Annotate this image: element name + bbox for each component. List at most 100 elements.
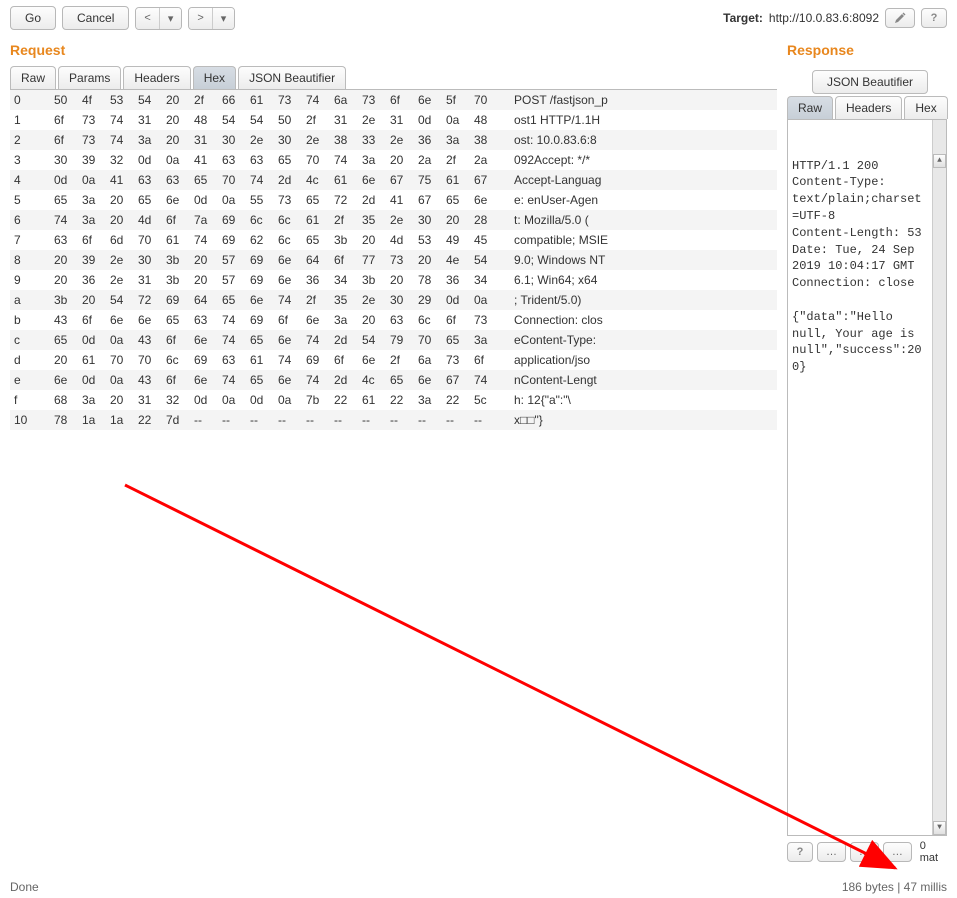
hex-byte[interactable]: 6e bbox=[274, 330, 302, 350]
hex-byte[interactable]: 74 bbox=[302, 90, 330, 110]
hex-view[interactable]: 0504f5354202f666173746a736f6e5f70POST /f… bbox=[10, 90, 777, 864]
hex-byte[interactable]: 65 bbox=[50, 330, 78, 350]
hex-byte[interactable]: 70 bbox=[134, 230, 162, 250]
hex-byte[interactable]: 69 bbox=[162, 290, 190, 310]
tab-resp-hex[interactable]: Hex bbox=[904, 96, 947, 119]
hex-byte[interactable]: 2f bbox=[190, 90, 218, 110]
hex-byte[interactable]: 36 bbox=[302, 270, 330, 290]
hex-byte[interactable]: 6f bbox=[330, 350, 358, 370]
hex-byte[interactable]: 6e bbox=[246, 290, 274, 310]
hex-byte[interactable]: 70 bbox=[302, 150, 330, 170]
hex-byte[interactable]: 54 bbox=[246, 110, 274, 130]
hex-byte[interactable]: 5f bbox=[442, 90, 470, 110]
hex-byte[interactable]: 20 bbox=[162, 90, 190, 110]
hex-byte[interactable]: 74 bbox=[246, 170, 274, 190]
hex-byte[interactable]: 34 bbox=[330, 270, 358, 290]
hex-byte[interactable]: 73 bbox=[78, 110, 106, 130]
hex-byte[interactable]: 65 bbox=[442, 330, 470, 350]
hex-byte[interactable]: 74 bbox=[330, 150, 358, 170]
hex-byte[interactable]: 69 bbox=[246, 270, 274, 290]
hex-byte[interactable]: 3a bbox=[78, 190, 106, 210]
action-button-2[interactable]: … bbox=[850, 842, 879, 862]
hex-byte[interactable]: -- bbox=[414, 410, 442, 430]
hex-byte[interactable]: -- bbox=[470, 410, 498, 430]
hex-byte[interactable]: 68 bbox=[50, 390, 78, 410]
hex-byte[interactable]: 61 bbox=[330, 170, 358, 190]
hex-byte[interactable]: 6e bbox=[274, 250, 302, 270]
hex-byte[interactable]: 61 bbox=[442, 170, 470, 190]
hex-byte[interactable]: 6f bbox=[442, 310, 470, 330]
hex-byte[interactable]: 48 bbox=[470, 110, 498, 130]
help-button-footer[interactable]: ? bbox=[787, 842, 813, 862]
hex-row[interactable]: d206170706c69636174696f6e2f6a736f applic… bbox=[10, 350, 777, 370]
hex-byte[interactable]: 6f bbox=[50, 130, 78, 150]
hex-byte[interactable]: 3a bbox=[470, 330, 498, 350]
hex-byte[interactable]: 74 bbox=[470, 370, 498, 390]
hex-byte[interactable]: -- bbox=[190, 410, 218, 430]
hex-byte[interactable]: 73 bbox=[78, 130, 106, 150]
hex-byte[interactable]: 34 bbox=[470, 270, 498, 290]
hex-byte[interactable]: -- bbox=[386, 410, 414, 430]
hex-row[interactable]: f683a2031320d0a0d0a7b2261223a225ch: 12{"… bbox=[10, 390, 777, 410]
hex-byte[interactable]: 50 bbox=[274, 110, 302, 130]
hex-byte[interactable]: 73 bbox=[470, 310, 498, 330]
hex-byte[interactable]: 45 bbox=[470, 230, 498, 250]
hex-row[interactable]: 5653a20656e0d0a557365722d4167656ee: enUs… bbox=[10, 190, 777, 210]
hex-byte[interactable]: 30 bbox=[414, 210, 442, 230]
hex-byte[interactable]: 63 bbox=[190, 310, 218, 330]
hex-byte[interactable]: 20 bbox=[358, 310, 386, 330]
hex-byte[interactable]: 61 bbox=[358, 390, 386, 410]
hex-byte[interactable]: 31 bbox=[134, 110, 162, 130]
hex-byte[interactable]: -- bbox=[442, 410, 470, 430]
hex-byte[interactable]: 74 bbox=[218, 330, 246, 350]
edit-target-button[interactable] bbox=[885, 8, 915, 28]
hex-byte[interactable]: 0d bbox=[414, 110, 442, 130]
hex-byte[interactable]: 0d bbox=[190, 190, 218, 210]
hex-byte[interactable]: 3b bbox=[162, 250, 190, 270]
hex-byte[interactable]: 1a bbox=[78, 410, 106, 430]
help-button[interactable]: ? bbox=[921, 8, 947, 28]
hex-row[interactable]: 0504f5354202f666173746a736f6e5f70POST /f… bbox=[10, 90, 777, 110]
hex-row[interactable]: a3b2054726964656e742f352e30290d0a; Tride… bbox=[10, 290, 777, 310]
hex-row[interactable]: 26f73743a2031302e302e38332e363a38ost: 10… bbox=[10, 130, 777, 150]
hex-byte[interactable]: 66 bbox=[218, 90, 246, 110]
scroll-up-icon[interactable]: ▲ bbox=[933, 154, 946, 168]
hex-byte[interactable]: 39 bbox=[78, 150, 106, 170]
hex-byte[interactable]: 20 bbox=[386, 270, 414, 290]
hex-byte[interactable]: 67 bbox=[470, 170, 498, 190]
hex-byte[interactable]: 63 bbox=[50, 230, 78, 250]
hex-byte[interactable]: 43 bbox=[134, 330, 162, 350]
hex-byte[interactable]: 22 bbox=[442, 390, 470, 410]
hex-byte[interactable]: 6f bbox=[470, 350, 498, 370]
hex-byte[interactable]: 2e bbox=[358, 290, 386, 310]
hex-byte[interactable]: 70 bbox=[470, 90, 498, 110]
hex-byte[interactable]: 41 bbox=[106, 170, 134, 190]
hex-byte[interactable]: 78 bbox=[50, 410, 78, 430]
hex-byte[interactable]: 6c bbox=[162, 350, 190, 370]
hex-byte[interactable]: 2d bbox=[330, 370, 358, 390]
hex-byte[interactable]: -- bbox=[330, 410, 358, 430]
hex-byte[interactable]: 7b bbox=[302, 390, 330, 410]
hex-byte[interactable]: 38 bbox=[330, 130, 358, 150]
hex-byte[interactable]: 3a bbox=[134, 130, 162, 150]
hex-byte[interactable]: 6e bbox=[190, 330, 218, 350]
hex-byte[interactable]: 65 bbox=[302, 230, 330, 250]
response-json-beautifier-button[interactable]: JSON Beautifier bbox=[812, 70, 928, 94]
hex-row[interactable]: b436f6e6e656374696f6e3a20636c6f73Connect… bbox=[10, 310, 777, 330]
hex-byte[interactable]: 74 bbox=[302, 330, 330, 350]
hex-byte[interactable]: 67 bbox=[442, 370, 470, 390]
hex-byte[interactable]: 7d bbox=[162, 410, 190, 430]
hex-row[interactable]: 40d0a4163636570742d4c616e67756167Accept-… bbox=[10, 170, 777, 190]
hex-byte[interactable]: 3b bbox=[50, 290, 78, 310]
hex-byte[interactable]: 74 bbox=[106, 110, 134, 130]
hex-byte[interactable]: 20 bbox=[190, 250, 218, 270]
hex-byte[interactable]: 67 bbox=[414, 190, 442, 210]
hex-byte[interactable]: 54 bbox=[106, 290, 134, 310]
hex-byte[interactable]: 36 bbox=[414, 130, 442, 150]
hex-byte[interactable]: 69 bbox=[246, 310, 274, 330]
hex-byte[interactable]: 35 bbox=[330, 290, 358, 310]
hex-byte[interactable]: 2e bbox=[302, 130, 330, 150]
hex-byte[interactable]: 6e bbox=[274, 370, 302, 390]
tab-params[interactable]: Params bbox=[58, 66, 121, 89]
hex-byte[interactable]: 63 bbox=[246, 150, 274, 170]
